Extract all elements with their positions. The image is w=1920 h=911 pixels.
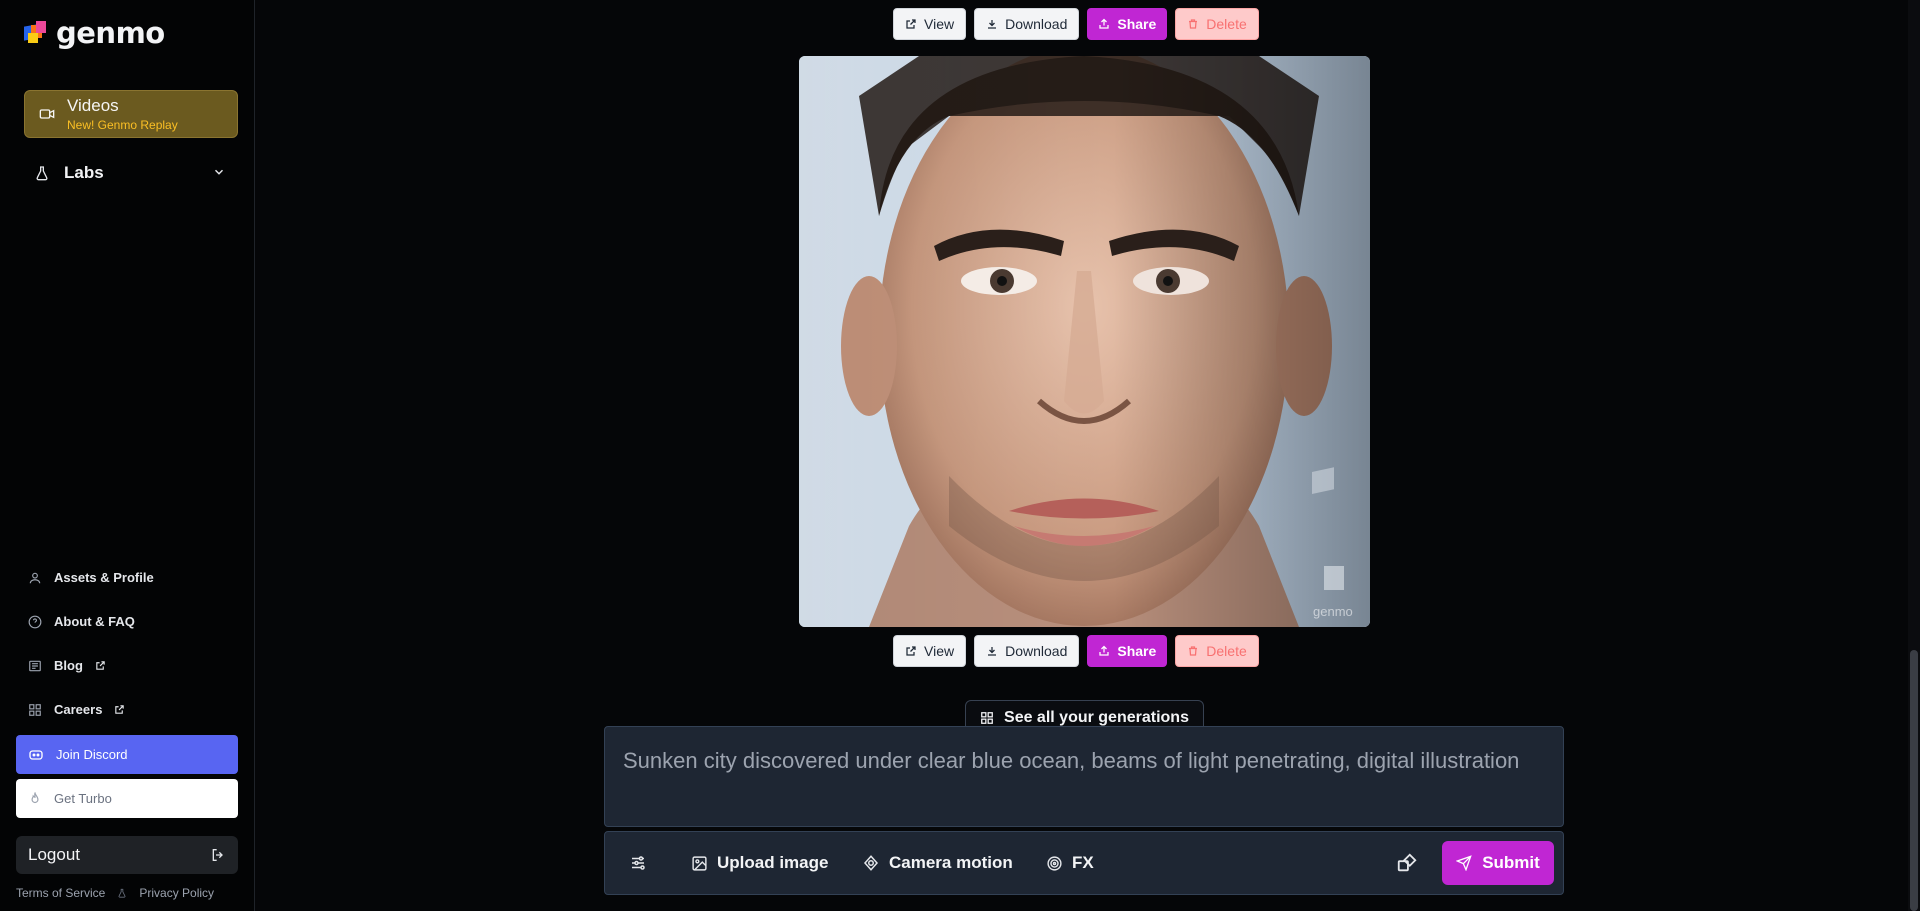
chevron-down-icon (214, 169, 224, 175)
view-button[interactable]: View (893, 8, 967, 40)
flask-icon (118, 888, 126, 898)
upload-image-button[interactable]: Upload image (691, 832, 828, 894)
sidebar-item-label: About & FAQ (54, 614, 135, 629)
submit-label: Submit (1482, 853, 1540, 872)
videos-label: Videos (67, 96, 119, 115)
download-label: Download (1005, 643, 1068, 659)
see-all-label: See all your generations (1004, 709, 1189, 726)
sliders-icon (632, 856, 645, 870)
shapes-icon (1397, 853, 1417, 872)
share-label: Share (1117, 643, 1157, 659)
labs-label: Labs (64, 163, 104, 182)
share-button[interactable]: Share (1087, 635, 1168, 667)
terms-of-service-link[interactable]: Terms of Service (16, 886, 105, 900)
share-button[interactable]: Share (1087, 8, 1168, 40)
download-icon (988, 647, 997, 656)
download-button[interactable]: Download (974, 635, 1080, 667)
image-upload-icon (692, 855, 707, 871)
settings-button[interactable] (629, 832, 647, 894)
grid-icon (29, 703, 41, 716)
generated-image[interactable]: genmo (799, 56, 1370, 627)
share-icon (1099, 645, 1109, 656)
join-discord-button[interactable]: Join Discord (16, 735, 238, 774)
logout-icon (212, 849, 223, 861)
fx-label: FX (1072, 853, 1094, 872)
sidebar-item-about-faq[interactable]: About & FAQ (28, 614, 135, 629)
sidebar-item-label: Blog (54, 658, 83, 673)
external-link-icon (115, 705, 125, 714)
camera-motion-label: Camera motion (889, 853, 1013, 872)
delete-button[interactable]: Delete (1175, 8, 1259, 40)
prompt-toolbar: Upload image Camera motion FX Submit (604, 831, 1564, 895)
logout-label: Logout (28, 845, 80, 864)
download-label: Download (1005, 16, 1068, 32)
get-turbo-label: Get Turbo (54, 791, 112, 806)
shapes-button[interactable] (1396, 832, 1418, 894)
fx-button[interactable]: FX (1046, 832, 1094, 894)
top-action-bar: View Download Share Delete (893, 8, 1259, 40)
download-icon (988, 20, 997, 29)
bottom-action-bar: View Download Share Delete (893, 635, 1259, 667)
prompt-placeholder: Sunken city discovered under clear blue … (623, 748, 1520, 773)
download-button[interactable]: Download (974, 8, 1080, 40)
external-link-icon (906, 19, 916, 29)
help-circle-icon (28, 615, 42, 628)
share-icon (1099, 18, 1109, 29)
discord-icon (29, 749, 43, 760)
videos-nav-button[interactable]: Videos New! Genmo Replay (24, 90, 238, 138)
external-link-icon (96, 661, 105, 670)
flame-icon (31, 791, 39, 803)
camera-motion-button[interactable]: Camera motion (862, 832, 1013, 894)
submit-button[interactable]: Submit (1442, 841, 1554, 885)
labs-nav-toggle[interactable]: Labs (24, 158, 238, 188)
sidebar-item-blog[interactable]: Blog (28, 658, 106, 673)
flask-icon (36, 166, 48, 181)
view-label: View (924, 16, 955, 32)
sidebar-item-label: Assets & Profile (54, 570, 154, 585)
get-turbo-button[interactable]: Get Turbo (16, 779, 238, 818)
view-button[interactable]: View (893, 635, 967, 667)
logo-text: genmo (56, 16, 165, 50)
spiral-icon (1047, 855, 1062, 871)
logout-button[interactable]: Logout (16, 836, 238, 874)
view-label: View (924, 643, 955, 659)
delete-label: Delete (1206, 643, 1247, 659)
page-scrollbar[interactable] (1908, 0, 1920, 911)
send-icon (1456, 855, 1472, 871)
upload-image-label: Upload image (717, 853, 829, 872)
newspaper-icon (29, 660, 41, 671)
user-icon (29, 572, 41, 583)
trash-icon (1189, 646, 1198, 656)
privacy-policy-link[interactable]: Privacy Policy (139, 886, 214, 900)
prompt-input[interactable]: Sunken city discovered under clear blue … (604, 726, 1564, 827)
sidebar-item-assets-profile[interactable]: Assets & Profile (28, 570, 154, 585)
camera-motion-icon (863, 855, 879, 871)
join-discord-label: Join Discord (56, 747, 128, 762)
video-camera-icon (39, 109, 55, 119)
share-label: Share (1117, 16, 1157, 32)
watermark-text: genmo (1313, 604, 1353, 619)
sidebar-footer: Terms of Service Privacy Policy (16, 886, 214, 900)
sidebar-item-label: Careers (54, 702, 103, 717)
trash-icon (1189, 19, 1198, 29)
grid-icon (981, 712, 993, 724)
delete-label: Delete (1206, 16, 1247, 32)
scrollbar-thumb[interactable] (1910, 650, 1918, 911)
delete-button[interactable]: Delete (1175, 635, 1259, 667)
videos-sublabel: New! Genmo Replay (67, 118, 178, 132)
genmo-logo[interactable]: genmo (22, 16, 165, 50)
portrait-image: genmo (799, 56, 1370, 627)
external-link-icon (906, 646, 916, 656)
sidebar-item-careers[interactable]: Careers (28, 702, 125, 717)
genmo-logo-icon (24, 21, 46, 43)
sidebar: genmo Videos New! Genmo Replay Labs Asse… (0, 0, 255, 911)
